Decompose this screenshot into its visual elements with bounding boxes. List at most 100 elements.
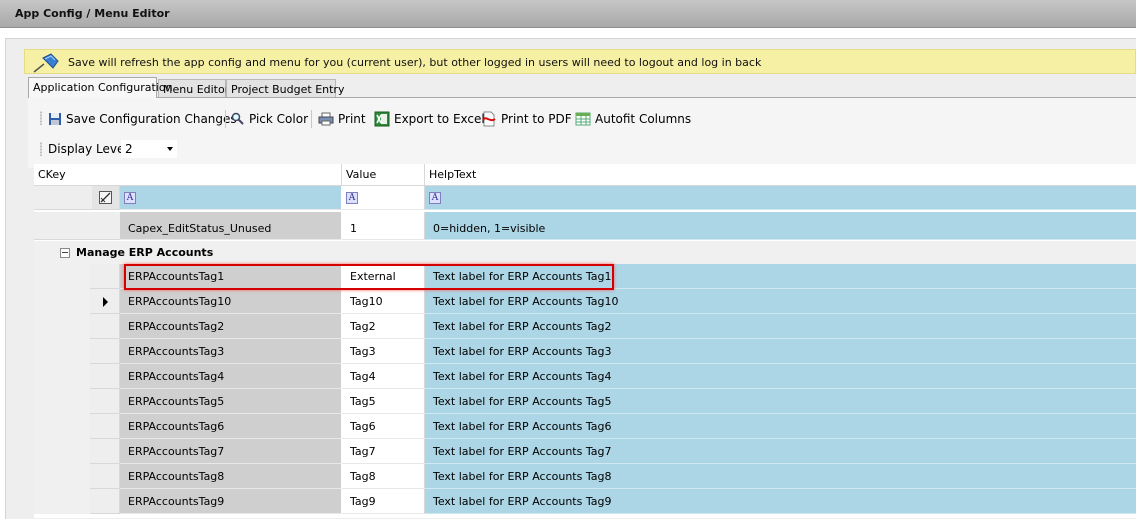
tab-content (28, 97, 1136, 168)
cell-ckey[interactable]: ERPAccountsTag7 (120, 439, 342, 464)
row-indicator[interactable] (34, 212, 120, 240)
toolbar-separator (311, 110, 312, 128)
cell-helptext[interactable]: Text label for ERP Accounts Tag2 (425, 314, 1136, 339)
filter-cell-value[interactable]: A (342, 186, 425, 210)
pick-color-label: Pick Color (249, 112, 308, 126)
pushpin-icon (33, 53, 59, 73)
window-title: App Config / Menu Editor (15, 7, 170, 20)
display-level-select[interactable]: 2 (121, 140, 177, 158)
export-to-excel-label: Export to Excel (394, 112, 485, 126)
cell-ckey[interactable]: ERPAccountsTag2 (120, 314, 342, 339)
row-indicator[interactable] (90, 439, 120, 464)
pdf-icon (482, 111, 496, 127)
dropdown-arrow-icon[interactable] (167, 147, 173, 151)
cell-helptext[interactable]: Text label for ERP Accounts Tag8 (425, 464, 1136, 489)
cell-value[interactable]: Tag8 (342, 464, 425, 489)
pick-color-button[interactable]: Pick Color (231, 110, 308, 128)
row-indicator[interactable] (90, 464, 120, 489)
cell-value[interactable]: Tag3 (342, 339, 425, 364)
row-indicator[interactable] (90, 339, 120, 364)
group-indent-spacer (34, 314, 90, 339)
column-header-helptext[interactable]: HelpText (425, 164, 1136, 186)
table-grid-icon (575, 112, 591, 126)
group-indent-spacer (34, 339, 90, 364)
collapse-toggle-icon[interactable] (60, 248, 70, 258)
toolbar-grip[interactable] (40, 111, 42, 125)
cell-ckey[interactable]: ERPAccountsTag6 (120, 414, 342, 439)
print-label: Print (338, 112, 366, 126)
cell-ckey[interactable]: ERPAccountsTag10 (120, 289, 342, 314)
cell-value[interactable]: Tag7 (342, 439, 425, 464)
cell-ckey[interactable]: ERPAccountsTag4 (120, 364, 342, 389)
excel-icon (374, 111, 390, 127)
current-row-arrow-icon (103, 297, 108, 307)
group-row-manage-erp-accounts[interactable]: Manage ERP Accounts (34, 241, 1136, 264)
filter-clear-button[interactable] (92, 186, 120, 210)
printer-icon (318, 112, 334, 126)
clear-filter-icon (99, 191, 112, 204)
print-button[interactable]: Print (318, 110, 366, 128)
filter-text-icon: A (429, 192, 441, 204)
cell-ckey[interactable]: ERPAccountsTag9 (120, 489, 342, 514)
tab-project-budget-entry[interactable]: Project Budget Entry (226, 79, 344, 97)
cell-value[interactable]: Tag5 (342, 389, 425, 414)
export-to-excel-button[interactable]: Export to Excel (374, 110, 485, 128)
cell-helptext[interactable]: Text label for ERP Accounts Tag4 (425, 364, 1136, 389)
magnifier-icon (231, 112, 244, 125)
print-to-pdf-label: Print to PDF (501, 112, 572, 126)
cell-helptext[interactable]: Text label for ERP Accounts Tag3 (425, 339, 1136, 364)
cell-helptext[interactable]: Text label for ERP Accounts Tag1 (425, 264, 1136, 289)
cell-value[interactable]: Tag6 (342, 414, 425, 439)
cell-ckey[interactable]: Capex_EditStatus_Unused (120, 212, 342, 240)
row-indicator[interactable] (90, 489, 120, 514)
window-title-bar: App Config / Menu Editor (0, 0, 1136, 28)
cell-helptext[interactable]: Text label for ERP Accounts Tag10 (425, 289, 1136, 314)
cell-ckey[interactable]: ERPAccountsTag5 (120, 389, 342, 414)
cell-helptext[interactable]: Text label for ERP Accounts Tag7 (425, 439, 1136, 464)
cell-value[interactable]: Tag9 (342, 489, 425, 514)
row-indicator[interactable] (90, 414, 120, 439)
save-icon (49, 113, 61, 125)
display-level-value: 2 (125, 142, 133, 156)
row-indicator[interactable] (90, 389, 120, 414)
cell-helptext[interactable]: Text label for ERP Accounts Tag9 (425, 489, 1136, 514)
group-indent-spacer (34, 389, 90, 414)
cell-ckey[interactable]: ERPAccountsTag3 (120, 339, 342, 364)
cell-helptext[interactable]: Text label for ERP Accounts Tag6 (425, 414, 1136, 439)
cell-value[interactable]: External (342, 264, 425, 289)
toolbar-grip[interactable] (40, 142, 42, 156)
group-indent-spacer (34, 489, 90, 514)
display-level-label: Display Level (48, 142, 128, 156)
filter-row-spacer (34, 186, 92, 210)
cell-helptext[interactable]: 0=hidden, 1=visible (425, 212, 1136, 240)
cell-value[interactable]: Tag4 (342, 364, 425, 389)
group-indent-spacer (34, 364, 90, 389)
save-label: Save Configuration Changes (66, 112, 237, 126)
group-indent-spacer (34, 414, 90, 439)
group-indent-spacer (34, 439, 90, 464)
column-header-value[interactable]: Value (342, 164, 425, 186)
banner-text: Save will refresh the app config and men… (68, 56, 762, 69)
cell-ckey[interactable]: ERPAccountsTag1 (120, 264, 342, 289)
save-configuration-button[interactable]: Save Configuration Changes (48, 110, 237, 128)
cell-value[interactable]: Tag2 (342, 314, 425, 339)
autofit-columns-label: Autofit Columns (595, 112, 692, 126)
column-header-ckey[interactable]: CKey (34, 164, 342, 186)
group-title: Manage ERP Accounts (76, 246, 214, 259)
row-indicator[interactable] (90, 364, 120, 389)
print-to-pdf-button[interactable]: Print to PDF (481, 110, 572, 128)
filter-cell-ckey[interactable]: A (120, 186, 342, 210)
row-indicator[interactable] (90, 314, 120, 339)
cell-ckey[interactable]: ERPAccountsTag8 (120, 464, 342, 489)
cell-helptext[interactable]: Text label for ERP Accounts Tag5 (425, 389, 1136, 414)
filter-cell-helptext[interactable]: A (425, 186, 1136, 210)
info-banner: Save will refresh the app config and men… (24, 49, 1136, 74)
cell-value[interactable]: 1 (342, 212, 425, 240)
cell-value[interactable]: Tag10 (342, 289, 425, 314)
autofit-columns-button[interactable]: Autofit Columns (575, 110, 691, 128)
filter-text-icon: A (346, 192, 358, 204)
tab-application-configuration[interactable]: Application Configuration (28, 77, 173, 98)
filter-text-icon: A (124, 192, 136, 204)
row-indicator[interactable] (90, 264, 120, 289)
toolbar-separator (225, 110, 226, 128)
